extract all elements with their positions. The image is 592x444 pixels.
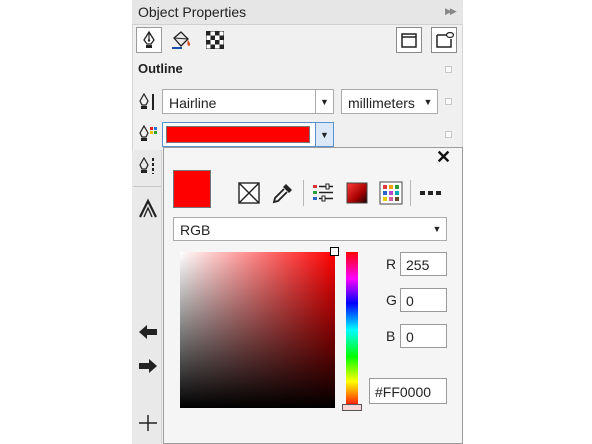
red-input[interactable]: 255 bbox=[400, 252, 447, 276]
current-color-swatch bbox=[173, 170, 211, 208]
width-lock-checkbox[interactable] bbox=[445, 98, 452, 105]
frame-icon-button[interactable] bbox=[396, 27, 422, 53]
chevron-down-icon[interactable]: ▼ bbox=[315, 90, 333, 113]
window-options-icon bbox=[436, 31, 455, 48]
outline-width-value: Hairline bbox=[169, 95, 217, 111]
red-label: R bbox=[386, 256, 397, 272]
more-options-icon bbox=[420, 191, 441, 195]
fill-bucket-icon bbox=[172, 31, 191, 49]
tab-transparency[interactable] bbox=[202, 27, 228, 53]
color-model-select[interactable]: RGB ▼ bbox=[173, 217, 447, 241]
checkerboard-icon bbox=[206, 31, 224, 49]
green-label: G bbox=[386, 292, 397, 308]
eyedropper-icon bbox=[272, 184, 292, 204]
line-caps-icon[interactable] bbox=[137, 412, 159, 434]
toolbar-divider bbox=[133, 186, 161, 187]
saturation-value-area[interactable] bbox=[180, 252, 335, 408]
close-icon[interactable]: ✕ bbox=[436, 147, 451, 168]
no-color-button[interactable] bbox=[236, 180, 262, 206]
no-color-icon bbox=[238, 182, 260, 204]
panel-title: Object Properties bbox=[138, 4, 247, 20]
chevron-down-icon[interactable]: ▼ bbox=[315, 123, 333, 146]
more-options-button[interactable] bbox=[418, 180, 444, 206]
outline-color-swatch bbox=[166, 126, 310, 143]
sliders-icon bbox=[313, 183, 333, 202]
arrow-left-icon[interactable] bbox=[137, 322, 159, 342]
outline-units-select[interactable]: millimeters ▼ bbox=[341, 89, 438, 114]
color-viewer-icon bbox=[346, 182, 368, 204]
hex-input[interactable]: #FF0000 bbox=[369, 378, 447, 404]
color-viewer-button[interactable] bbox=[344, 180, 370, 206]
green-input[interactable]: 0 bbox=[400, 288, 447, 312]
chevron-down-icon[interactable]: ▼ bbox=[419, 90, 437, 113]
section-lock-checkbox[interactable] bbox=[445, 66, 452, 73]
panel-expand-icon[interactable]: ▶▶ bbox=[445, 6, 457, 17]
blue-label: B bbox=[386, 328, 396, 344]
outline-style-icon[interactable] bbox=[137, 155, 159, 177]
arrow-right-icon[interactable] bbox=[137, 356, 159, 376]
options-icon-button[interactable] bbox=[431, 27, 457, 53]
outline-section-title: Outline bbox=[138, 61, 183, 76]
toolbar-separator bbox=[303, 180, 304, 206]
blue-input[interactable]: 0 bbox=[400, 324, 447, 348]
hue-slider-handle[interactable] bbox=[342, 404, 362, 411]
hue-slider[interactable] bbox=[346, 252, 358, 408]
toolbar-separator bbox=[410, 180, 411, 206]
outline-width-icon bbox=[137, 91, 159, 113]
frame-icon bbox=[401, 33, 417, 48]
color-model-value: RGB bbox=[180, 222, 211, 238]
chevron-down-icon[interactable]: ▼ bbox=[428, 218, 446, 240]
outline-color-combo[interactable]: ▼ bbox=[162, 122, 334, 147]
outline-side-toolbar bbox=[132, 150, 162, 444]
pen-nib-icon bbox=[143, 31, 155, 48]
tab-outline[interactable] bbox=[136, 27, 162, 53]
miter-corner-icon[interactable] bbox=[137, 198, 159, 220]
color-sliders-button[interactable] bbox=[310, 180, 336, 206]
color-palettes-button[interactable] bbox=[378, 180, 404, 206]
outline-units-value: millimeters bbox=[348, 95, 415, 111]
color-lock-checkbox[interactable] bbox=[445, 131, 452, 138]
outline-color-icon bbox=[137, 123, 159, 145]
outline-width-combo[interactable]: Hairline ▼ bbox=[162, 89, 334, 114]
tab-fill[interactable] bbox=[168, 27, 194, 53]
eyedropper-button[interactable] bbox=[270, 180, 296, 206]
saturation-value-handle[interactable] bbox=[330, 247, 339, 256]
palette-grid-icon bbox=[379, 181, 403, 205]
